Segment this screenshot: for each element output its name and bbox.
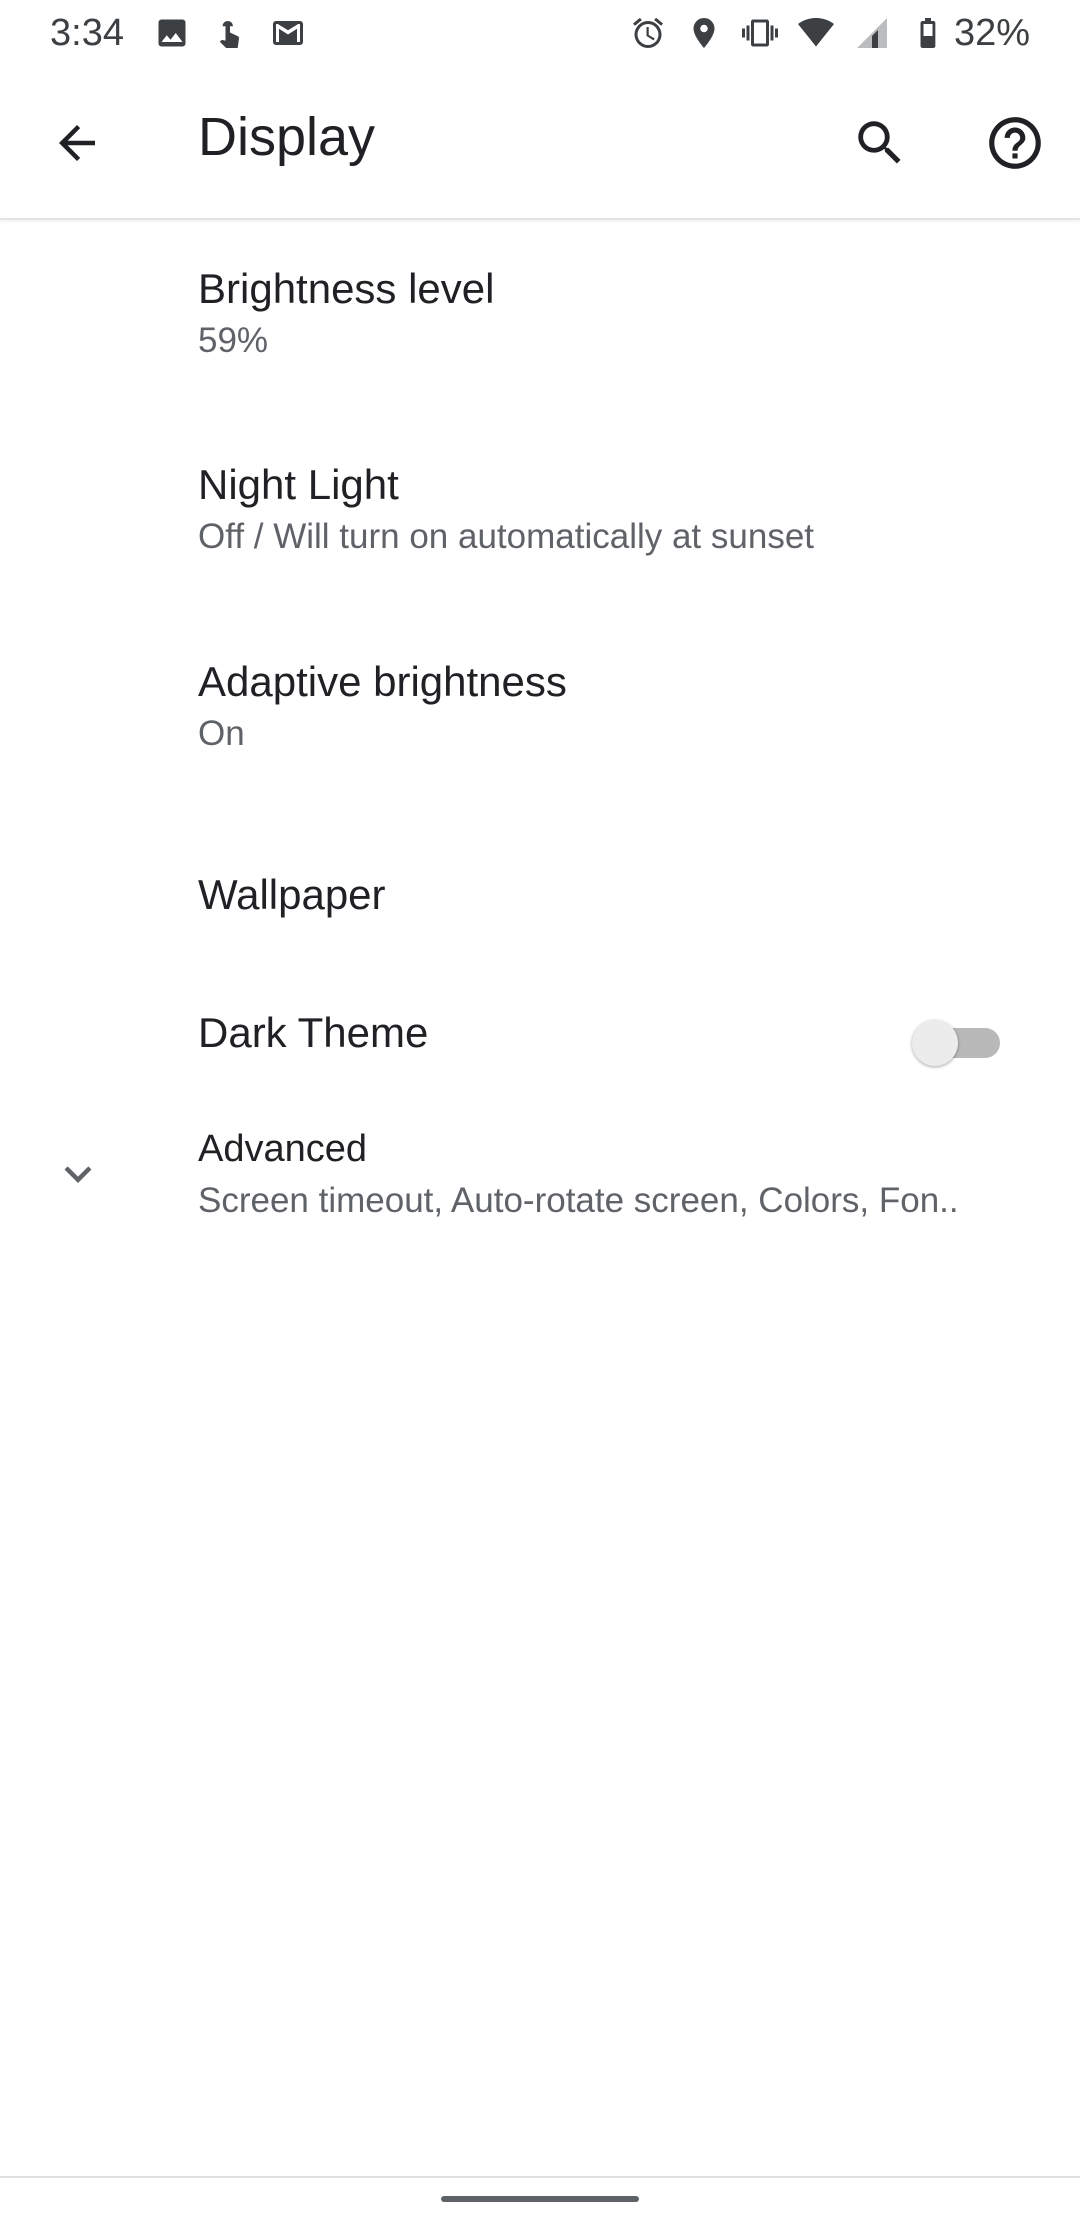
advanced-summary: Screen timeout, Auto-rotate screen, Colo… [198,1181,959,1220]
status-left: 3:34 [50,12,328,55]
search-button[interactable] [845,108,915,178]
battery-icon [910,15,946,51]
vibrate-icon [741,15,778,51]
night-light-title: Night Light [198,461,399,508]
night-light-summary: Off / Will turn on automatically at suns… [198,517,815,556]
status-time: 3:34 [50,11,124,54]
advanced-title: Advanced [198,1128,368,1170]
battery-percent: 32% [953,11,1030,54]
search-icon [858,121,901,164]
page-title: Display [198,107,376,167]
adaptive-brightness-title: Adaptive brightness [198,658,567,705]
touch-icon [212,15,248,51]
status-right: 32% [610,12,1030,55]
night-light-item[interactable]: Night Light Off / Will turn on automatic… [0,418,1080,615]
toggle-thumb [912,1020,958,1066]
settings-list: Brightness level 59% Night Light Off / W… [0,222,1080,1252]
wallpaper-title: Wallpaper [198,871,386,918]
help-icon [989,117,1041,169]
adaptive-brightness-summary: On [198,714,245,753]
alarm-icon [630,15,666,51]
wifi-icon [797,15,834,51]
dark-theme-toggle[interactable] [912,1012,1008,1072]
signal-icon [854,15,890,51]
brightness-level-summary: 59% [198,321,269,360]
home-gesture-handle[interactable] [441,2196,639,2202]
app-bar: Display [0,66,1080,220]
gmail-icon [270,15,306,51]
wallpaper-item[interactable]: Wallpaper [0,812,1080,954]
advanced-item[interactable]: Advanced Screen timeout, Auto-rotate scr… [0,1102,1080,1252]
brightness-level-title: Brightness level [198,265,495,312]
location-icon [686,15,722,51]
image-icon [154,15,190,51]
back-arrow-icon [59,125,95,161]
chevron-down-icon [48,1144,108,1204]
brightness-level-item[interactable]: Brightness level 59% [0,222,1080,418]
dark-theme-item[interactable]: Dark Theme [0,954,1080,1102]
back-button[interactable] [42,108,112,178]
adaptive-brightness-item[interactable]: Adaptive brightness On [0,615,1080,812]
help-button[interactable] [978,106,1052,180]
status-bar: 3:34 32% [0,0,1080,66]
nav-divider [0,2176,1080,2178]
